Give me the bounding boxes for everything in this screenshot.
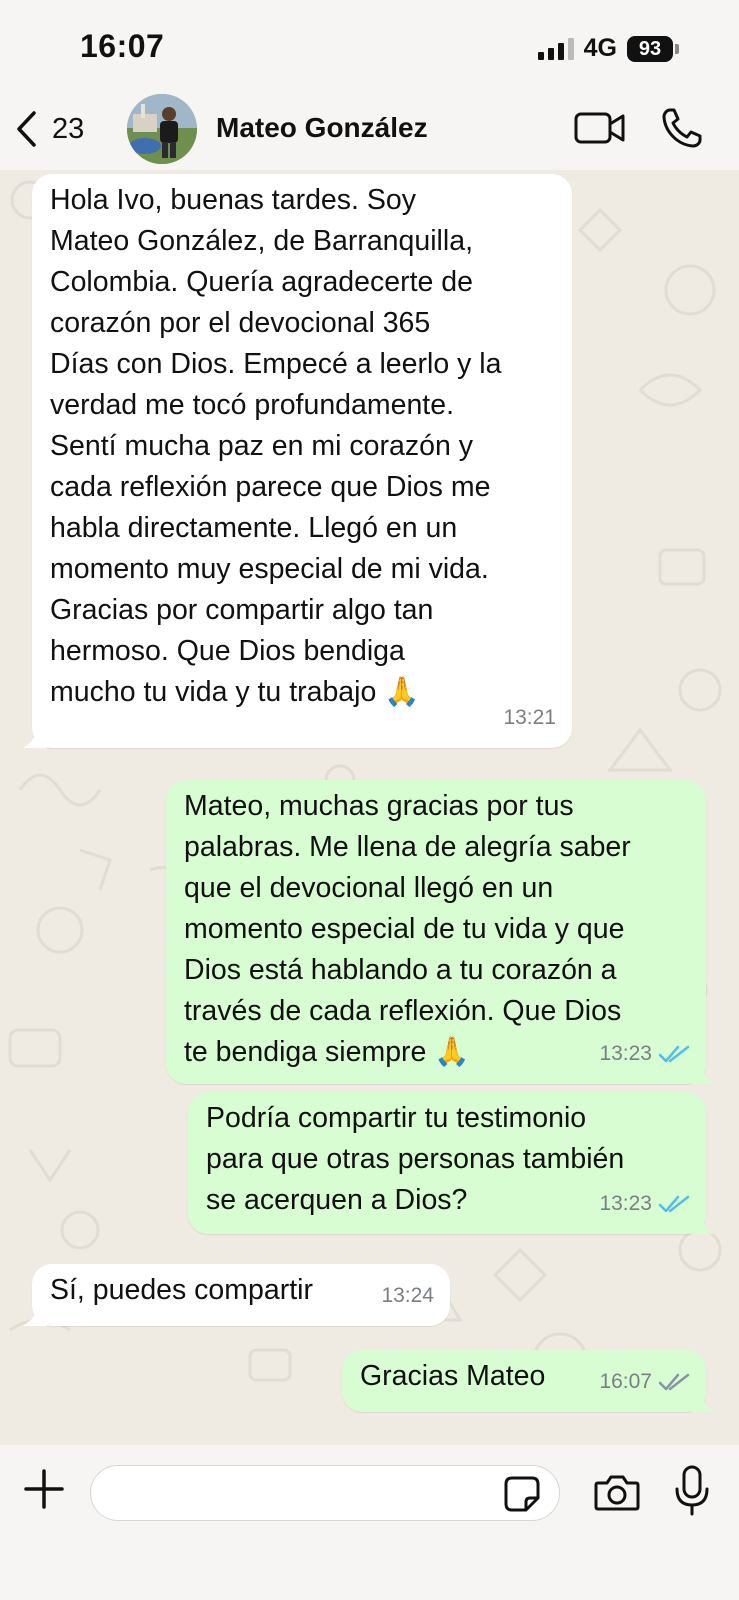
bubble-tail: [691, 1062, 715, 1084]
bubble-tail: [691, 1390, 715, 1412]
network-type: 4G: [583, 34, 617, 62]
status-bar: 16:07 4G 93: [0, 0, 739, 96]
double-check-icon: [658, 1045, 690, 1062]
attach-button[interactable]: [22, 1467, 66, 1516]
contact-name[interactable]: Mateo González: [216, 112, 428, 144]
chat-header: 23 Mateo González: [0, 94, 739, 170]
message-meta: 13:24: [381, 1275, 434, 1316]
phone-icon: [662, 108, 702, 148]
signal-icon: [537, 37, 574, 60]
battery-level: 93: [627, 35, 673, 62]
message-text: Sí, puedes compartir: [50, 1274, 313, 1306]
message-time: 13:24: [381, 1284, 434, 1307]
camera-icon: [594, 1475, 640, 1511]
status-time: 16:07: [80, 28, 165, 64]
message-input[interactable]: [90, 1465, 560, 1521]
message-meta: 16:07: [599, 1361, 690, 1402]
bubble-tail: [23, 1304, 47, 1326]
message-text: Mateo, muchas gracias por tus palabras. …: [184, 790, 631, 1068]
message-bubble-incoming[interactable]: Hola Ivo, buenas tardes. Soy Mateo Gonzá…: [23, 174, 572, 748]
bubble-tail: [691, 1212, 715, 1234]
sticker-icon: [504, 1476, 540, 1512]
double-check-icon: [658, 1373, 690, 1390]
avatar[interactable]: [127, 94, 197, 164]
message-bubble-incoming[interactable]: Sí, puedes compartir 13:24: [23, 1264, 450, 1326]
double-check-icon: [658, 1195, 690, 1212]
status-indicators: 4G 93: [537, 34, 679, 63]
video-call-icon: [574, 112, 625, 144]
message-bubble-outgoing[interactable]: Gracias Mateo 16:07: [342, 1350, 715, 1412]
back-button[interactable]: 23: [14, 104, 84, 154]
message-time: 13:23: [599, 1192, 652, 1215]
microphone-icon: [675, 1465, 709, 1516]
video-call-button[interactable]: [574, 110, 626, 151]
message-meta: 13:23: [599, 1033, 690, 1074]
message-bubble-outgoing[interactable]: Podría compartir tu testimonio para que …: [188, 1092, 715, 1234]
bubble-tail: [23, 726, 47, 748]
message-time: 13:21: [503, 706, 556, 729]
message-time: 16:07: [599, 1370, 652, 1393]
message-meta: 13:21: [503, 697, 556, 738]
message-text: Hola Ivo, buenas tardes. Soy Mateo Gonzá…: [50, 184, 502, 708]
message-bubble-outgoing[interactable]: Mateo, muchas gracias por tus palabras. …: [166, 780, 715, 1084]
battery-icon: 93: [627, 35, 679, 62]
camera-button[interactable]: [594, 1473, 640, 1518]
chat-area[interactable]: Hola Ivo, buenas tardes. Soy Mateo Gonzá…: [0, 170, 739, 1445]
unread-count: 23: [52, 112, 85, 145]
sticker-button[interactable]: [504, 1476, 540, 1517]
microphone-button[interactable]: [674, 1465, 710, 1522]
message-time: 13:23: [599, 1042, 652, 1065]
composer-bar: [0, 1445, 739, 1600]
back-chevron-icon: [17, 111, 36, 147]
voice-call-button[interactable]: [660, 106, 704, 155]
plus-icon: [24, 1469, 64, 1509]
message-meta: 13:23: [599, 1183, 690, 1224]
